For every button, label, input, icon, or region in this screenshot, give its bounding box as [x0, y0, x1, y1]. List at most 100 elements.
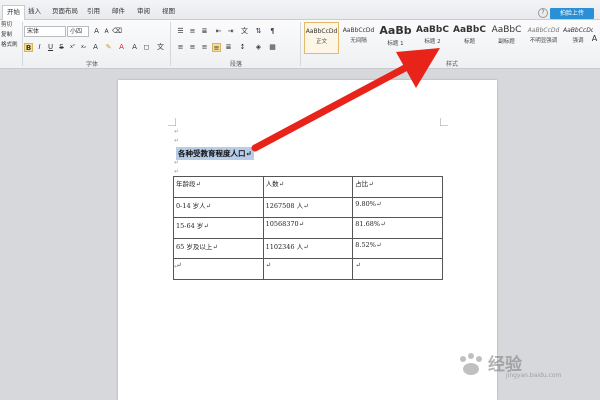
sort-icon[interactable]: ⇅: [254, 27, 263, 36]
table-header-cell[interactable]: 年龄段↵: [173, 176, 264, 198]
heading-text: 各种受教育程度人口: [178, 149, 246, 158]
subscript-button[interactable]: x₂: [79, 43, 88, 52]
style-name: 标题: [463, 39, 475, 45]
show-marks-icon[interactable]: ¶: [268, 27, 277, 36]
margin-corner-top-right: [440, 118, 448, 126]
tab-references[interactable]: 引用: [83, 5, 104, 18]
table-cell[interactable]: 1267508 人↵: [262, 196, 354, 218]
font-color-icon[interactable]: A: [117, 43, 126, 52]
table-cell[interactable]: 1102346 人↵: [262, 237, 354, 259]
cell-text: 15-64 岁: [176, 222, 204, 230]
font-name-select[interactable]: 宋体: [24, 26, 66, 37]
shading-icon[interactable]: ◈: [254, 43, 263, 52]
phonetic-guide-icon[interactable]: 文: [156, 43, 165, 52]
style-name: 强调: [572, 38, 584, 44]
table-cell[interactable]: 9.80%↵: [352, 196, 443, 218]
style-subtle-emphasis[interactable]: AaBbCcDd 不明显强调: [526, 22, 561, 54]
table-cell[interactable]: ↵: [352, 258, 443, 280]
grow-font-icon[interactable]: A: [92, 27, 101, 36]
table-cell[interactable]: ↵: [173, 258, 264, 280]
tab-review[interactable]: 审阅: [133, 5, 154, 18]
shrink-font-icon[interactable]: A: [102, 27, 111, 36]
paragraph-mark: ↵: [174, 263, 180, 270]
line-spacing-icon[interactable]: ↕: [238, 43, 247, 52]
format-painter-button[interactable]: 格式刷: [0, 40, 22, 50]
distributed-icon[interactable]: ≣: [224, 43, 233, 52]
increase-indent-icon[interactable]: ⇥: [226, 27, 235, 36]
justify-icon[interactable]: ≡: [212, 43, 221, 52]
style-name: 无间隔: [350, 38, 367, 44]
divider: [170, 22, 171, 66]
align-right-icon[interactable]: ≡: [200, 43, 209, 52]
style-subtitle[interactable]: AaBbC 副标题: [489, 22, 524, 54]
table-cell[interactable]: ↵: [262, 258, 354, 280]
style-name: 不明显强调: [529, 38, 558, 44]
italic-button[interactable]: I: [35, 43, 44, 52]
highlight-icon[interactable]: ✎: [104, 43, 113, 52]
chinese-layout-icon[interactable]: 文: [240, 27, 249, 36]
cut-button[interactable]: 剪切: [0, 20, 22, 30]
style-sample: AaBbCcDd: [563, 27, 593, 34]
style-normal[interactable]: AaBbCcDd 正文: [304, 22, 339, 54]
divider: [300, 22, 301, 66]
styles-group-label: 样式: [446, 61, 459, 68]
numbering-icon[interactable]: ≡: [188, 27, 197, 36]
char-shading-icon[interactable]: A: [130, 43, 139, 52]
decrease-indent-icon[interactable]: ⇤: [214, 27, 223, 36]
cell-text: 81.68%: [355, 220, 381, 228]
table-cell[interactable]: 10568370↵: [262, 217, 354, 239]
style-title[interactable]: AaBbC 标题: [452, 22, 487, 54]
tab-view[interactable]: 视图: [158, 5, 179, 18]
tab-page-layout[interactable]: 页面布局: [48, 5, 82, 18]
style-heading-1[interactable]: AaBb 标题 1: [378, 22, 413, 54]
cell-text: 1102346 人: [265, 242, 304, 251]
upload-button[interactable]: 拍脸上传: [550, 8, 594, 19]
document-heading[interactable]: 各种受教育程度人口↵: [176, 147, 254, 160]
style-name: 标题 2: [424, 39, 441, 45]
copy-button[interactable]: 复制: [0, 30, 22, 40]
style-sample: AaBbC: [416, 25, 449, 35]
table-cell[interactable]: 65 岁及以上↵: [173, 237, 264, 259]
bold-button[interactable]: B: [24, 43, 33, 52]
style-emphasis[interactable]: AaBbCcDd 强调: [563, 22, 593, 54]
clipboard-group: 剪切 复制 格式刷: [0, 20, 22, 69]
change-styles-icon[interactable]: A: [590, 34, 599, 43]
tab-insert[interactable]: 插入: [24, 5, 45, 18]
style-heading-2[interactable]: AaBbC 标题 2: [415, 22, 450, 54]
table-cell[interactable]: 0-14 岁人↵: [173, 196, 264, 218]
paragraph-mark: ↵: [174, 159, 180, 166]
superscript-button[interactable]: x²: [68, 43, 77, 52]
font-group-label: 字体: [86, 61, 99, 68]
clear-format-icon[interactable]: ⌫: [112, 27, 122, 36]
strikethrough-button[interactable]: S: [57, 43, 66, 52]
tab-home[interactable]: 开始: [2, 5, 25, 20]
font-size-select[interactable]: 小四: [67, 26, 89, 37]
data-table[interactable]: 年龄段↵ 人数↵ 占比↵ 0-14 岁人↵ 1267508 人↵ 9.80%↵ 15…: [173, 176, 443, 280]
table-row: 65 岁及以上↵ 1102346 人↵ 8.52%↵: [173, 237, 443, 259]
document-page[interactable]: ↵ ↵ 各种受教育程度人口↵ ↵ ↵ 年龄段↵ 人数↵ 占比↵ 0-14 岁人↵…: [118, 80, 497, 400]
style-name: 标题 1: [387, 41, 404, 47]
char-border-icon[interactable]: ◻: [142, 43, 151, 52]
table-header-cell[interactable]: 人数↵: [262, 176, 354, 198]
table-header-cell[interactable]: 占比↵: [352, 176, 443, 198]
table-cell[interactable]: 8.52%↵: [352, 237, 443, 259]
align-left-icon[interactable]: ≡: [176, 43, 185, 52]
ribbon: 剪切 复制 格式刷 宋体 小四 A A ⌫ B I U S x² x₂ A ✎ …: [0, 20, 600, 69]
paragraph-group-label: 段落: [230, 61, 243, 68]
multilevel-list-icon[interactable]: ≣: [200, 27, 209, 36]
align-center-icon[interactable]: ≡: [188, 43, 197, 52]
watermark-url: jingyan.baidu.com: [506, 372, 562, 379]
table-cell[interactable]: 81.68%↵: [352, 217, 443, 239]
tab-mailings[interactable]: 邮件: [108, 5, 129, 18]
bullets-icon[interactable]: ☰: [176, 27, 185, 36]
help-icon[interactable]: ?: [538, 8, 548, 18]
style-no-spacing[interactable]: AaBbCcDd 无间隔: [341, 22, 376, 54]
ribbon-tab-bar: 开始 插入 页面布局 引用 邮件 审阅 视图 ? 拍脸上传: [0, 0, 600, 20]
table-row: ↵ ↵ ↵: [173, 258, 443, 280]
style-sample: AaBbCcDd: [342, 27, 375, 34]
underline-button[interactable]: U: [46, 43, 55, 52]
header-ratio: 占比: [355, 180, 369, 188]
text-effects-icon[interactable]: A: [91, 43, 100, 52]
table-cell[interactable]: 15-64 岁↵: [173, 217, 264, 239]
borders-icon[interactable]: ▦: [268, 43, 277, 52]
